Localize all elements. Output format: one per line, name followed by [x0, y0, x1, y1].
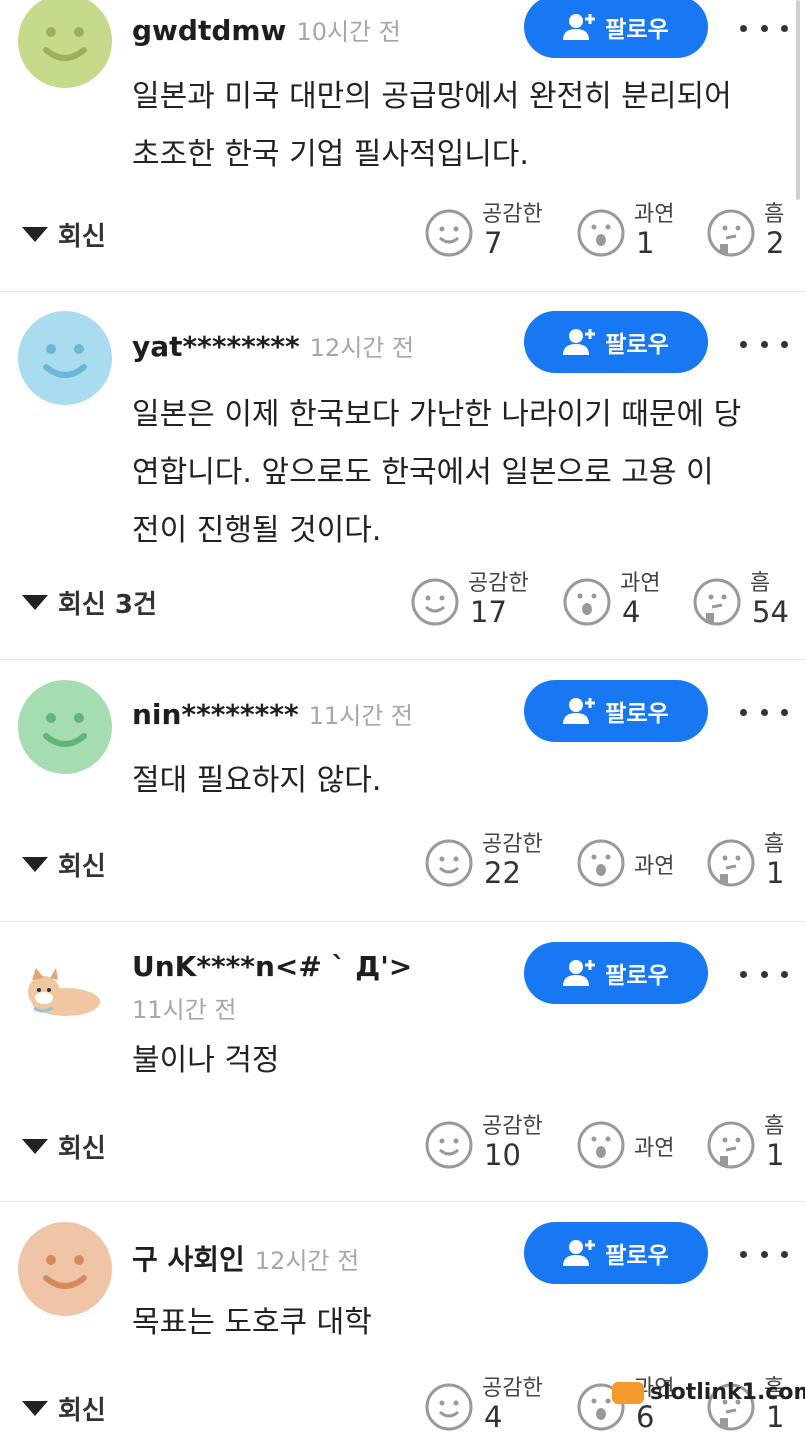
avatar[interactable] — [18, 680, 112, 774]
thinking-face-icon — [706, 1120, 756, 1170]
surprised-face-icon — [576, 1120, 626, 1170]
more-options-icon[interactable] — [740, 18, 788, 38]
smile-face-icon — [424, 1120, 474, 1170]
empathy-count: 10 — [484, 1138, 521, 1172]
follow-button[interactable]: 팔로우 — [524, 311, 708, 373]
username[interactable]: 구 사회인 12시간 전 — [132, 1238, 359, 1278]
username[interactable]: UnK****n<# ` Д'> — [132, 950, 412, 983]
reaction-indeed[interactable]: 과연 — [576, 838, 674, 888]
reaction-empathy[interactable]: 공감한 4 — [424, 1376, 543, 1434]
reaction-empathy[interactable]: 공감한 22 — [424, 832, 543, 890]
comment-text: 일본과 미국 대만의 공급망에서 완전히 분리되어 초조한 한국 기업 필사적입니… — [132, 79, 732, 172]
reaction-empathy[interactable]: 공감한 17 — [410, 571, 529, 629]
caret-down-icon — [22, 595, 48, 610]
reaction-empathy[interactable]: 공감한 10 — [424, 1114, 543, 1172]
empathy-count: 22 — [484, 856, 521, 890]
surprised-face-icon — [576, 838, 626, 888]
username[interactable]: yat******** 12시간 전 — [132, 328, 414, 363]
caret-down-icon — [22, 1139, 48, 1154]
username[interactable]: nin******** 11시간 전 — [132, 696, 413, 731]
reaction-hmm[interactable]: 흠 1 — [706, 832, 784, 890]
follow-button[interactable]: 팔로우 — [524, 0, 708, 58]
shiba-avatar-icon[interactable] — [22, 962, 104, 1022]
indeed-count: 6 — [636, 1400, 655, 1434]
reaction-empathy[interactable]: 공감한 7 — [424, 202, 543, 260]
username[interactable]: gwdtdmw 10시간 전 — [132, 12, 401, 47]
comment-item: UnK****n<# ` Д'> 11시간 전 팔로우 불이나 걱정 회신 공감… — [0, 922, 805, 1202]
add-user-icon — [563, 698, 596, 724]
follow-button[interactable]: 팔로우 — [524, 1222, 708, 1284]
smile-face-icon — [424, 208, 474, 258]
timestamp: 11시간 전 — [132, 996, 237, 1024]
thinking-face-icon — [706, 838, 756, 888]
site-logo-icon — [612, 1381, 644, 1404]
surprised-face-icon — [562, 577, 612, 627]
hmm-count: 54 — [752, 595, 789, 629]
hmm-count: 1 — [766, 1400, 785, 1434]
empathy-count: 7 — [484, 226, 503, 260]
timestamp: 12시간 전 — [309, 334, 415, 362]
more-options-icon[interactable] — [740, 334, 788, 354]
comment-text: 목표는 도호쿠 대학 — [132, 1305, 372, 1340]
follow-button[interactable]: 팔로우 — [524, 942, 708, 1004]
reply-toggle[interactable]: 회신 — [22, 846, 106, 883]
avatar[interactable] — [18, 311, 112, 405]
reaction-indeed[interactable]: 과연 4 — [562, 571, 660, 629]
smile-face-icon — [424, 1382, 474, 1432]
add-user-icon — [563, 960, 596, 986]
comment-item: gwdtdmw 10시간 전 팔로우 일본과 미국 대만의 공급망에서 완전히 분… — [0, 0, 805, 292]
thinking-face-icon — [706, 208, 756, 258]
comment-text: 불이나 걱정 — [132, 1043, 280, 1078]
avatar[interactable] — [18, 1222, 112, 1316]
caret-down-icon — [22, 227, 48, 242]
indeed-count: 4 — [622, 595, 641, 629]
reply-toggle[interactable]: 회신 — [22, 216, 106, 253]
reaction-indeed[interactable]: 과연 — [576, 1120, 674, 1170]
caret-down-icon — [22, 1401, 48, 1416]
hmm-count: 2 — [766, 226, 785, 260]
hmm-count: 1 — [766, 856, 785, 890]
reaction-hmm[interactable]: 흠 2 — [706, 202, 784, 260]
empathy-count: 17 — [470, 595, 507, 629]
timestamp: 11시간 전 — [308, 702, 414, 730]
thinking-face-icon — [692, 577, 742, 627]
comment-item: nin******** 11시간 전 팔로우 절대 필요하지 않다. 회신 공감한… — [0, 660, 805, 922]
hmm-count: 1 — [766, 1138, 785, 1172]
smile-face-icon — [410, 577, 460, 627]
timestamp: 10시간 전 — [296, 18, 401, 46]
add-user-icon — [563, 329, 596, 355]
timestamp: 12시간 전 — [254, 1247, 360, 1275]
comment-text: 일본은 이제 한국보다 가난한 나라이기 때문에 당 연합니다. 앞으로도 한국에… — [132, 397, 742, 548]
comment-text: 절대 필요하지 않다. — [132, 763, 382, 798]
reply-toggle[interactable]: 회신 3건 — [22, 584, 157, 621]
follow-button[interactable]: 팔로우 — [524, 680, 708, 742]
caret-down-icon — [22, 857, 48, 872]
reply-toggle[interactable]: 회신 — [22, 1390, 106, 1427]
more-options-icon[interactable] — [740, 964, 788, 984]
avatar[interactable] — [18, 0, 112, 88]
reaction-indeed[interactable]: 과연 1 — [576, 202, 674, 260]
indeed-count: 1 — [636, 226, 655, 260]
reaction-hmm[interactable]: 흠 54 — [692, 571, 789, 629]
reaction-hmm[interactable]: 흠 1 — [706, 1114, 784, 1172]
empathy-count: 4 — [484, 1400, 503, 1434]
more-options-icon[interactable] — [740, 702, 788, 722]
watermark: slotlink1.com — [612, 1380, 805, 1405]
add-user-icon — [563, 14, 596, 40]
surprised-face-icon — [576, 208, 626, 258]
smile-face-icon — [424, 838, 474, 888]
more-options-icon[interactable] — [740, 1244, 788, 1264]
comment-item: yat******** 12시간 전 팔로우 일본은 이제 한국보다 가난한 나라… — [0, 292, 805, 660]
add-user-icon — [563, 1240, 596, 1266]
reply-toggle[interactable]: 회신 — [22, 1128, 106, 1165]
